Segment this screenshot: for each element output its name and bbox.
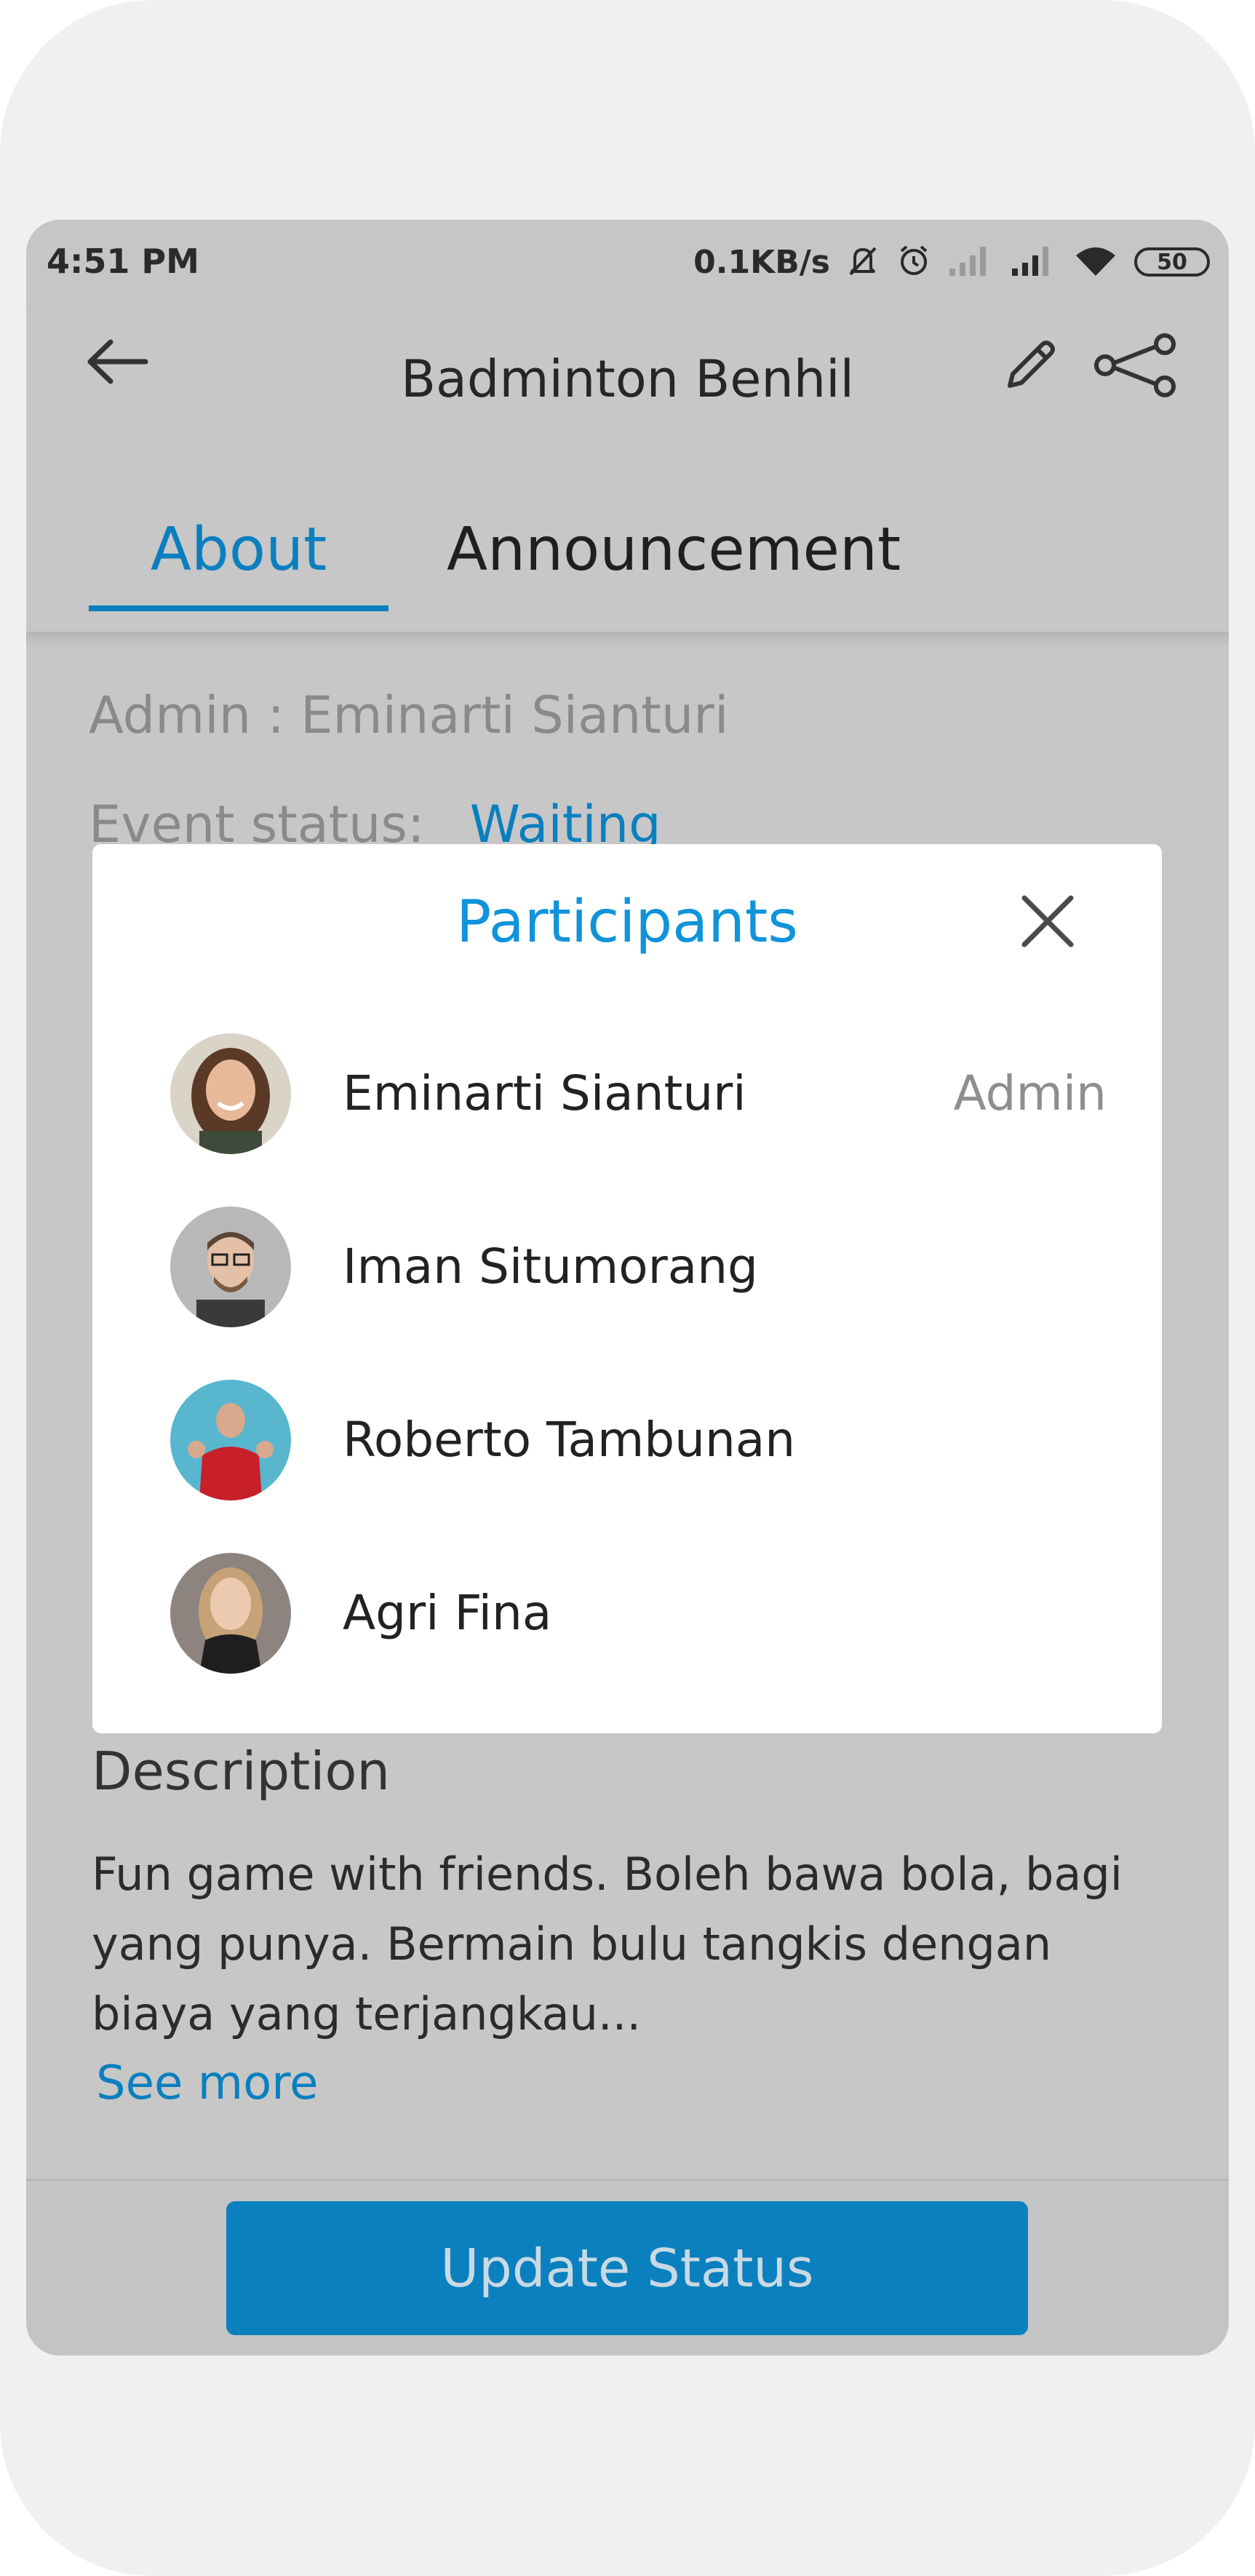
participant-name: Roberto Tambunan (343, 1412, 796, 1468)
see-more-link[interactable]: See more (96, 2056, 319, 2110)
participant-row[interactable]: Agri Fina (92, 1553, 1162, 1677)
bottom-bar: Update Status (26, 2179, 1229, 2356)
share-icon (1094, 333, 1176, 397)
tab-bar-shadow (26, 632, 1229, 648)
participants-modal: Participants Eminarti Sianturi Admin Ima… (92, 844, 1162, 1733)
mute-bell-icon (845, 242, 881, 282)
avatar (170, 1033, 291, 1154)
signal-icon (1009, 244, 1057, 280)
battery-icon: 50 (1134, 247, 1210, 277)
participant-row[interactable]: Eminarti Sianturi Admin (92, 1033, 1162, 1157)
modal-title: Participants (456, 888, 798, 955)
status-bar: 4:51 PM 0.1KB/s 50 (26, 220, 1229, 307)
participant-role: Admin (953, 1065, 1107, 1121)
status-time: 4:51 PM (47, 242, 199, 281)
participant-name: Iman Situmorang (343, 1239, 758, 1295)
participant-row[interactable]: Iman Situmorang (92, 1206, 1162, 1330)
alarm-icon (896, 242, 932, 282)
avatar (170, 1380, 291, 1500)
share-button[interactable] (1088, 329, 1183, 402)
description-heading: Description (92, 1741, 391, 1802)
close-icon (1021, 895, 1074, 947)
tab-bar: About Announcement (26, 489, 1229, 635)
avatar (170, 1553, 291, 1674)
status-icons: 0.1KB/s 50 (693, 240, 1210, 284)
participant-name: Eminarti Sianturi (343, 1065, 746, 1121)
phone-frame: 4:51 PM 0.1KB/s 50 Badminton Benhil Abou… (0, 0, 1255, 2576)
avatar (170, 1206, 291, 1327)
app-screen: 4:51 PM 0.1KB/s 50 Badminton Benhil Abou… (26, 220, 1229, 2356)
participant-row[interactable]: Roberto Tambunan (92, 1380, 1162, 1503)
tab-about-label: About (150, 515, 327, 584)
edit-button[interactable] (994, 329, 1067, 402)
network-speed: 0.1KB/s (693, 243, 830, 281)
close-button[interactable] (1019, 892, 1077, 950)
participant-name: Agri Fina (343, 1585, 552, 1641)
update-status-button[interactable]: Update Status (226, 2201, 1028, 2335)
pencil-icon (1008, 341, 1055, 388)
wifi-icon (1072, 242, 1120, 282)
app-bar: Badminton Benhil (26, 307, 1229, 424)
active-tab-indicator (89, 605, 389, 611)
tab-announcement[interactable]: Announcement (447, 515, 901, 584)
description-text: Fun game with friends. Boleh bawa bola, … (92, 1848, 1123, 2040)
tab-about[interactable]: About (89, 502, 389, 611)
admin-line: Admin : Eminarti Sianturi (89, 685, 729, 745)
signal-empty-icon (947, 244, 995, 280)
